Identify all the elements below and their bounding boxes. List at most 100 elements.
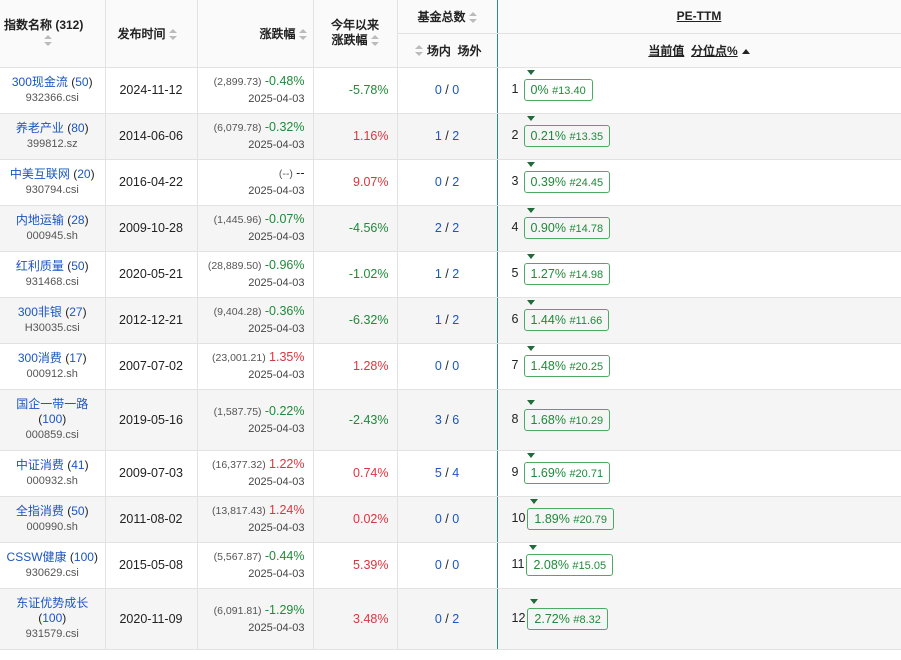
fund-offsite-link[interactable]: 2 [452,175,459,189]
index-code: 000912.sh [26,367,78,380]
fund-onsite-link[interactable]: 0 [435,558,442,572]
fund-offsite-link[interactable]: 2 [452,267,459,281]
index-name-link[interactable]: 300非银 [18,305,62,319]
fund-offsite-link[interactable]: 2 [452,612,459,626]
index-table: 指数名称 (312) 发布时间 涨跌幅 今年以来 涨跌幅 基金总数 PE-TTM … [0,0,901,650]
pe-percentile: 2.08% [533,558,569,572]
pe-percentile-badge[interactable]: 2.72% #8.32 [527,598,608,630]
index-name-link[interactable]: 中证消费 [16,458,64,472]
pe-ttm-cell: 12 2.72% #8.32 [497,588,901,650]
index-name-link[interactable]: 红利质量 [16,259,64,273]
index-name-cell: 养老产业 (80) 399812.sz [0,113,106,160]
pe-percentile: 0.21% [530,129,566,143]
sort-icon[interactable] [468,11,477,24]
index-count-link[interactable]: 100 [42,611,62,625]
header-change[interactable]: 涨跌幅 [197,0,314,68]
fund-onsite-link[interactable]: 2 [435,221,442,235]
pe-percentile: 1.68% [530,412,566,427]
change-cell: (1,587.75) -0.22% 2025-04-03 [197,389,314,451]
table-row: 300现金流 (50) 932366.csi 2024-11-12 (2,899.73… [0,67,901,114]
pe-percentile-badge[interactable]: 1.69% #20.71 [523,453,611,484]
pe-current-value: #11.66 [569,315,603,327]
index-count-link[interactable]: 28 [71,213,84,227]
index-count-link[interactable]: 50 [71,259,84,273]
fund-onsite-link[interactable]: 3 [435,413,442,427]
fund-offsite-link[interactable]: 0 [452,83,459,97]
fund-onsite-link[interactable]: 1 [435,267,442,281]
fund-offsite-link[interactable]: 2 [452,221,459,235]
fund-onsite-link[interactable]: 0 [435,612,442,626]
fund-count-cell: 1 / 2 [397,113,498,160]
header-index-name[interactable]: 指数名称 (312) [0,0,106,68]
header-ytd[interactable]: 今年以来 涨跌幅 [313,0,398,68]
sort-asc-icon[interactable] [741,48,750,54]
pe-percentile-badge[interactable]: 1.48% #20.25 [523,346,611,377]
ytd-change: -5.78% [313,67,398,114]
sort-icon[interactable] [370,35,379,47]
index-count-link[interactable]: 100 [74,550,94,564]
sort-icon[interactable] [415,45,424,57]
fund-offsite-link[interactable]: 0 [452,359,459,373]
index-name-link[interactable]: CSSW健康 [7,550,67,564]
index-name-link[interactable]: 300消费 [18,351,62,365]
header-fund-total[interactable]: 基金总数 [397,0,498,34]
fund-count-cell: 0 / 0 [397,496,498,543]
fund-onsite-link[interactable]: 0 [435,359,442,373]
sort-icon[interactable] [44,34,52,47]
index-count-link[interactable]: 41 [71,458,84,472]
fund-offsite-link[interactable]: 2 [452,129,459,143]
pe-percentile-badge[interactable]: 1.27% #14.98 [523,254,611,285]
index-name-link[interactable]: 内地运输 [16,213,64,227]
change-date: 2025-04-03 [248,93,305,105]
index-count-link[interactable]: 20 [77,167,90,181]
index-name-link[interactable]: 全指消费 [16,504,64,518]
index-count-link[interactable]: 17 [69,351,82,365]
fund-offsite-link[interactable]: 0 [452,512,459,526]
pe-percentile-badge[interactable]: 1.89% #20.79 [527,499,614,530]
pe-percentile-badge[interactable]: 1.68% #10.29 [523,399,611,431]
ytd-change: -4.56% [313,205,398,252]
fund-onsite-link[interactable]: 0 [435,83,442,97]
index-count-link[interactable]: 50 [75,75,88,89]
index-count-link[interactable]: 50 [71,504,84,518]
index-name-link[interactable]: 东证优势成长 [16,596,88,610]
fund-count-cell: 0 / 0 [397,542,498,589]
sort-icon[interactable] [168,28,177,41]
header-pe-sub[interactable]: 当前值 分位点% [497,33,901,68]
pe-percentile-badge[interactable]: 0.21% #13.35 [523,116,611,147]
table-row: 全指消费 (50) 000990.sh 2011-08-02 (13,817.43) … [0,496,901,543]
pe-percentile-badge[interactable]: 0% #13.40 [523,70,593,101]
fund-onsite-link[interactable]: 1 [435,129,442,143]
index-name-link[interactable]: 国企一带一路 [16,397,88,411]
publish-date: 2009-07-03 [105,450,198,497]
index-name-cell: CSSW健康 (100) 930629.csi [0,542,106,589]
index-name-link[interactable]: 中美互联网 [10,167,70,181]
fund-onsite-link[interactable]: 0 [435,512,442,526]
fund-offsite-link[interactable]: 0 [452,558,459,572]
index-count-link[interactable]: 100 [42,412,62,426]
header-pe-ttm[interactable]: PE-TTM [497,0,901,34]
pe-percentile-badge[interactable]: 0.90% #14.78 [523,208,611,239]
pe-percentile-badge[interactable]: 1.44% #11.66 [523,300,610,331]
fund-onsite-link[interactable]: 1 [435,313,442,327]
table-row: 红利质量 (50) 931468.csi 2020-05-21 (28,889.50)… [0,251,901,298]
header-pe-percentile[interactable]: 分位点% [691,44,738,58]
header-fund-split[interactable]: 场内 场外 [397,33,498,68]
index-count-link[interactable]: 80 [71,121,84,135]
fund-offsite-link[interactable]: 4 [452,466,459,480]
fund-count-cell: 2 / 2 [397,205,498,252]
pe-percentile-badge[interactable]: 0.39% #24.45 [523,162,611,193]
fund-offsite-link[interactable]: 2 [452,313,459,327]
change-cell: (28,889.50) -0.96% 2025-04-03 [197,251,314,298]
pe-current-value: #13.40 [552,85,586,97]
index-count-link[interactable]: 27 [69,305,82,319]
pe-percentile-badge[interactable]: 2.08% #15.05 [526,545,614,576]
fund-onsite-link[interactable]: 5 [435,466,442,480]
index-name-link[interactable]: 300现金流 [12,75,68,89]
header-publish-date[interactable]: 发布时间 [105,0,198,68]
sort-icon[interactable] [298,28,307,41]
fund-offsite-link[interactable]: 6 [452,413,459,427]
index-name-link[interactable]: 养老产业 [16,121,64,135]
header-pe-current[interactable]: 当前值 [648,44,684,58]
fund-onsite-link[interactable]: 0 [435,175,442,189]
